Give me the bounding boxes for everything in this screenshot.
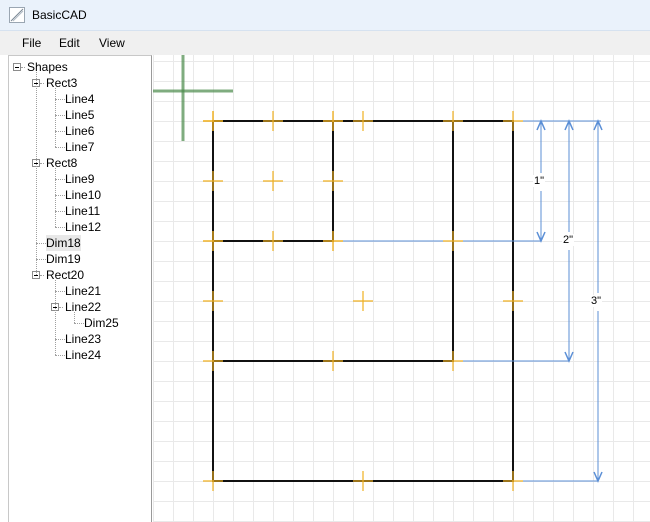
tree-connector bbox=[55, 131, 65, 132]
tree-connector bbox=[59, 307, 63, 308]
tree-item-line23[interactable]: Line23 bbox=[9, 331, 151, 347]
drawing-canvas[interactable]: 1" 2" 3" bbox=[153, 55, 650, 522]
tree-connector bbox=[55, 88, 56, 147]
tree-connector bbox=[55, 195, 65, 196]
menu-file[interactable]: File bbox=[22, 36, 41, 50]
tree-connector bbox=[74, 323, 84, 324]
tree-item-line24[interactable]: Line24 bbox=[9, 347, 151, 363]
tree-item-rect8[interactable]: Rect8 bbox=[9, 155, 151, 171]
tree-item-label: Line24 bbox=[65, 348, 102, 362]
dimension-label-2: 2" bbox=[562, 234, 575, 246]
tree-connector bbox=[55, 227, 65, 228]
tree-connector bbox=[55, 179, 65, 180]
tree-item-line12[interactable]: Line12 bbox=[9, 219, 151, 235]
tree-item-line21[interactable]: Line21 bbox=[9, 283, 151, 299]
tree-connector bbox=[36, 259, 46, 260]
tree-connector bbox=[55, 280, 56, 355]
tree-item-line10[interactable]: Line10 bbox=[9, 187, 151, 203]
tree-item-label: Line11 bbox=[65, 204, 101, 218]
tree-item-label: Rect20 bbox=[46, 268, 85, 282]
tree-item-label: Line7 bbox=[65, 140, 95, 154]
tree-connector bbox=[40, 163, 44, 164]
tree-item-label: Line9 bbox=[65, 172, 95, 186]
tree-item-label: Dim18 bbox=[46, 235, 81, 251]
tree-connector bbox=[55, 115, 65, 116]
tree-item-label: Line12 bbox=[65, 220, 102, 234]
tree-item-label: Dim25 bbox=[84, 316, 119, 330]
window-title: BasicCAD bbox=[32, 8, 87, 22]
tree-connector bbox=[55, 355, 65, 356]
tree-connector bbox=[74, 312, 75, 323]
tree-item-line5[interactable]: Line5 bbox=[9, 107, 151, 123]
tree-item-label: Line6 bbox=[65, 124, 95, 138]
tree-connector bbox=[55, 291, 65, 292]
tree-collapse-icon[interactable] bbox=[13, 63, 21, 71]
tree-item-dim19[interactable]: Dim19 bbox=[9, 251, 151, 267]
tree-item-label: Shapes bbox=[27, 60, 68, 74]
drawing-surface bbox=[153, 55, 603, 491]
tree-item-line22[interactable]: Line22 bbox=[9, 299, 151, 315]
tree-item-label: Dim19 bbox=[46, 252, 81, 266]
tree-item-rect20[interactable]: Rect20 bbox=[9, 267, 151, 283]
tree-item-label: Line10 bbox=[65, 188, 102, 202]
dimension-label-1: 1" bbox=[533, 175, 546, 187]
tree-connector bbox=[55, 168, 56, 227]
tree-connector bbox=[21, 67, 25, 68]
tree-item-line7[interactable]: Line7 bbox=[9, 139, 151, 155]
menu-view[interactable]: View bbox=[99, 36, 125, 50]
menu-bar: File Edit View bbox=[0, 31, 650, 55]
tree-connector bbox=[40, 275, 44, 276]
tree-connector bbox=[40, 83, 44, 84]
tree-item-dim25[interactable]: Dim25 bbox=[9, 315, 151, 331]
tree-connector bbox=[55, 99, 65, 100]
app-icon bbox=[9, 7, 25, 23]
shape-tree[interactable]: Shapes Rect3 Line4 Line5 Line6 Line7 Rect8 Line… bbox=[8, 55, 152, 522]
tree-item-label: Rect8 bbox=[46, 156, 78, 170]
title-bar: BasicCAD bbox=[0, 0, 650, 31]
tree-item-label: Line22 bbox=[65, 300, 102, 314]
dimension-label-3: 3" bbox=[590, 295, 603, 307]
menu-edit[interactable]: Edit bbox=[59, 36, 80, 50]
tree-connector bbox=[55, 211, 65, 212]
tree-item-dim18[interactable]: Dim18 bbox=[9, 235, 151, 251]
tree-connector bbox=[36, 72, 37, 275]
tree-connector bbox=[55, 339, 65, 340]
tree-item-line4[interactable]: Line4 bbox=[9, 91, 151, 107]
tree-item-label: Line4 bbox=[65, 92, 95, 106]
tree-item-label: Line23 bbox=[65, 332, 102, 346]
tree-item-line9[interactable]: Line9 bbox=[9, 171, 151, 187]
tree-connector bbox=[36, 243, 46, 244]
tree-item-label: Rect3 bbox=[46, 76, 78, 90]
tree-item-label: Line21 bbox=[65, 284, 102, 298]
tree-item-rect3[interactable]: Rect3 bbox=[9, 75, 151, 91]
tree-item-line6[interactable]: Line6 bbox=[9, 123, 151, 139]
tree-item-line11[interactable]: Line11 bbox=[9, 203, 151, 219]
tree-item-shapes[interactable]: Shapes bbox=[9, 59, 151, 75]
tree-connector bbox=[55, 147, 65, 148]
tree-item-label: Line5 bbox=[65, 108, 95, 122]
